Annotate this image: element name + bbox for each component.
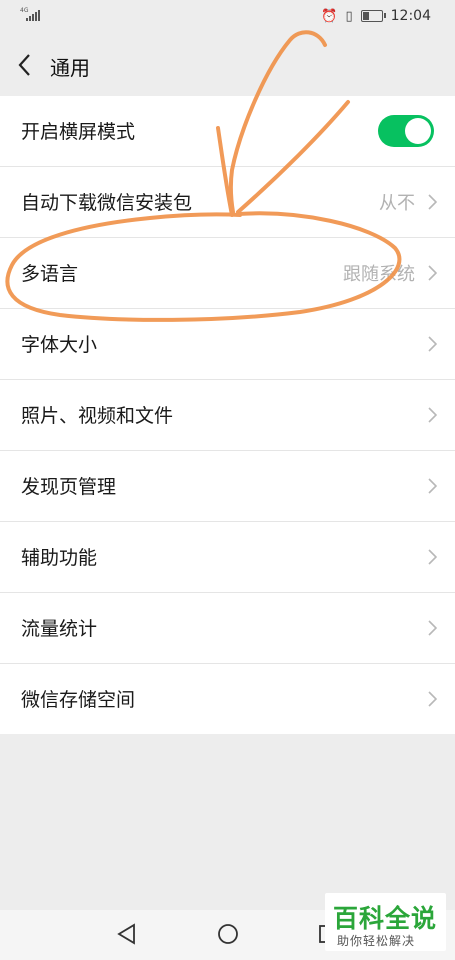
settings-list: 开启横屏模式 自动下载微信安装包 从不 多语言 跟随系统 字体大小 照片、视频和… (0, 96, 455, 734)
chevron-right-icon (428, 549, 437, 565)
signal-indicator: 4G (20, 7, 40, 21)
setting-media-files[interactable]: 照片、视频和文件 (0, 380, 455, 451)
watermark-subtitle: 助你轻松解决 (337, 934, 416, 948)
chevron-right-icon (428, 478, 437, 494)
status-bar: 4G ⏰ ▯ 12:04 (0, 0, 455, 36)
setting-auto-download[interactable]: 自动下载微信安装包 从不 (0, 167, 455, 238)
setting-label: 自动下载微信安装包 (21, 192, 193, 214)
setting-discover-page[interactable]: 发现页管理 (0, 451, 455, 522)
setting-font-size[interactable]: 字体大小 (0, 309, 455, 380)
setting-storage[interactable]: 微信存储空间 (0, 664, 455, 734)
watermark-logo: 百科全说 助你轻松解决 (325, 893, 446, 951)
back-triangle-icon[interactable] (115, 922, 139, 946)
landscape-toggle[interactable] (378, 115, 434, 147)
chevron-right-icon (428, 407, 437, 423)
page-title: 通用 (50, 56, 90, 80)
top-nav-bar: 通用 (0, 36, 455, 96)
setting-landscape-mode[interactable]: 开启横屏模式 (0, 96, 455, 167)
home-circle-icon[interactable] (216, 922, 240, 946)
setting-label: 辅助功能 (21, 547, 98, 569)
toggle-knob (405, 118, 431, 144)
chevron-right-icon (428, 194, 437, 210)
battery-icon (360, 10, 386, 22)
setting-label: 微信存储空间 (21, 689, 136, 711)
setting-label: 照片、视频和文件 (21, 405, 174, 427)
setting-data-usage[interactable]: 流量统计 (0, 593, 455, 664)
setting-accessibility[interactable]: 辅助功能 (0, 522, 455, 593)
setting-label: 多语言 (21, 263, 79, 285)
watermark-title: 百科全说 (333, 904, 438, 933)
setting-language[interactable]: 多语言 跟随系统 (0, 238, 455, 309)
setting-value: 跟随系统 (343, 264, 415, 285)
chevron-right-icon (428, 691, 437, 707)
setting-label: 字体大小 (21, 334, 98, 356)
chevron-right-icon (428, 265, 437, 281)
vibrate-icon: ▯ (345, 8, 353, 24)
network-type: 4G (20, 7, 29, 14)
alarm-icon: ⏰ (321, 8, 338, 24)
setting-label: 发现页管理 (21, 476, 117, 498)
setting-label: 开启横屏模式 (21, 121, 136, 143)
chevron-right-icon (428, 336, 437, 352)
setting-label: 流量统计 (21, 618, 98, 640)
chevron-left-icon[interactable] (14, 50, 36, 80)
status-time: 12:04 (390, 8, 431, 24)
setting-value: 从不 (379, 193, 415, 214)
chevron-right-icon (428, 620, 437, 636)
